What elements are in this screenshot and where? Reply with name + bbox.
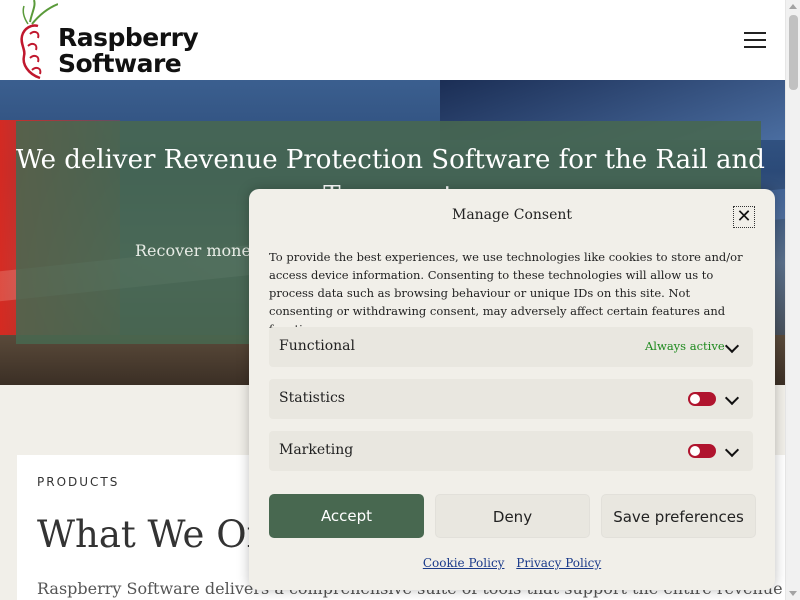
category-label: Marketing	[279, 442, 354, 458]
site-header: Raspberry Software	[0, 0, 785, 80]
scrollbar-thumb[interactable]	[789, 15, 798, 90]
hamburger-menu-icon[interactable]	[744, 32, 766, 48]
page-scrollbar[interactable]	[785, 0, 800, 600]
privacy-policy-link[interactable]: Privacy Policy	[516, 556, 601, 570]
consent-category-marketing[interactable]: Marketing	[269, 431, 753, 471]
toggle-knob	[690, 446, 700, 456]
category-label: Statistics	[279, 390, 345, 406]
toggle-knob	[690, 394, 700, 404]
logo-text: Raspberry Software	[58, 23, 199, 78]
accept-button[interactable]: Accept	[269, 494, 424, 538]
modal-title: Manage Consent	[451, 207, 572, 223]
save-preferences-button[interactable]: Save preferences	[601, 494, 756, 538]
consent-category-functional[interactable]: Functional Always active	[269, 327, 753, 367]
chevron-down-icon[interactable]	[724, 442, 740, 458]
menu-bar	[744, 32, 766, 34]
scroll-up-arrow-icon[interactable]	[789, 4, 797, 9]
hero-title: We deliver Revenue Protection Software f…	[16, 145, 765, 175]
logo-line-2: Software	[58, 49, 182, 78]
consent-description: To provide the best experiences, we use …	[269, 250, 743, 336]
always-active-badge: Always active	[645, 339, 725, 353]
raspberry-logo-icon	[20, 0, 58, 80]
close-icon[interactable]: ✕	[733, 206, 755, 228]
consent-modal: Manage Consent ✕ To provide the best exp…	[249, 189, 775, 590]
category-label: Functional	[279, 338, 355, 354]
marketing-toggle[interactable]	[688, 444, 716, 458]
scroll-down-arrow-icon[interactable]	[789, 591, 797, 596]
menu-bar	[744, 39, 766, 41]
policy-links: Cookie Policy Privacy Policy	[249, 556, 775, 570]
chevron-down-icon[interactable]	[724, 390, 740, 406]
deny-button[interactable]: Deny	[435, 494, 590, 538]
menu-bar	[744, 46, 766, 48]
consent-category-statistics[interactable]: Statistics	[269, 379, 753, 419]
logo-line-1: Raspberry	[58, 23, 199, 52]
site-logo[interactable]: Raspberry Software	[18, 0, 218, 80]
statistics-toggle[interactable]	[688, 392, 716, 406]
hero-subtitle: Recover money	[135, 241, 260, 260]
section-label: PRODUCTS	[37, 475, 120, 489]
chevron-down-icon[interactable]	[724, 338, 740, 354]
cookie-policy-link[interactable]: Cookie Policy	[423, 556, 505, 570]
